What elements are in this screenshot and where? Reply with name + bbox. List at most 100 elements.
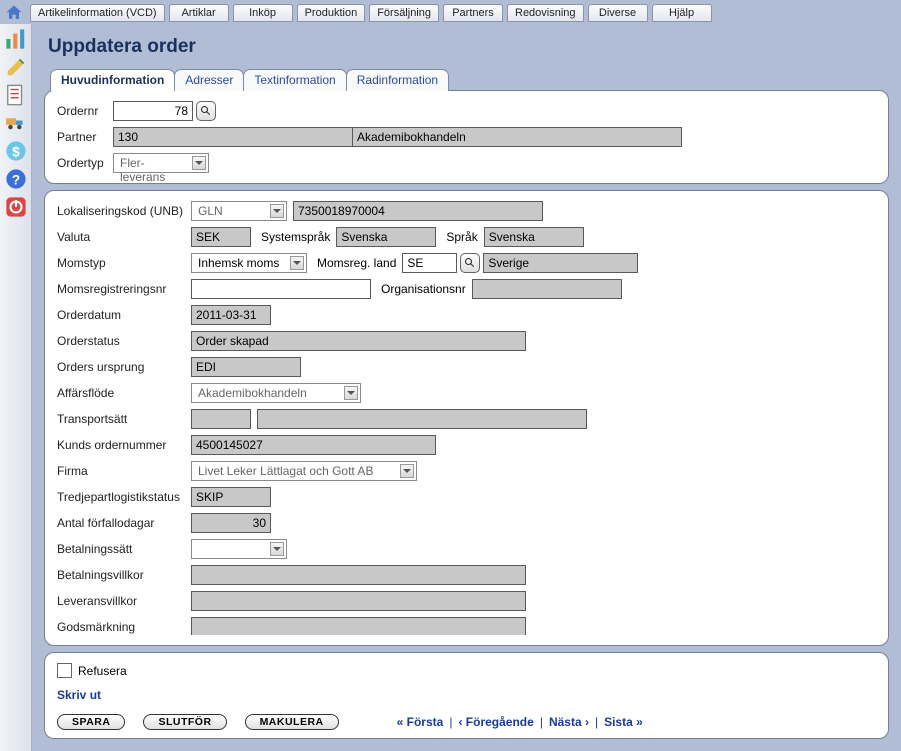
menu-artiklar[interactable]: Artiklar — [169, 4, 229, 22]
orders-ursprung-input[interactable] — [191, 357, 301, 377]
tab-radinformation[interactable]: Radinformation — [346, 69, 449, 91]
momsregland-name — [483, 253, 638, 273]
momsregnr-input[interactable] — [191, 279, 371, 299]
momsregland-input[interactable] — [402, 253, 457, 273]
betalningssatt-label: Betalningssätt — [57, 542, 191, 556]
chevron-down-icon — [290, 256, 304, 270]
paging: « Första | ‹ Föregående | Nästa › | Sist… — [397, 715, 643, 729]
orderdatum-input[interactable] — [191, 305, 271, 325]
betalningsvillkor-input[interactable] — [191, 565, 526, 585]
momsregland-lookup-icon[interactable] — [460, 253, 480, 273]
form-panel: Lokaliseringskod (UNB) GLN Valuta System… — [44, 190, 889, 646]
momstyp-label: Momstyp — [57, 256, 191, 270]
skriv-ut-link[interactable]: Skriv ut — [57, 688, 876, 702]
antal-forfall-label: Antal förfallodagar — [57, 516, 191, 530]
valuta-label: Valuta — [57, 230, 191, 244]
sprak-label: Språk — [446, 230, 477, 244]
menu-partners[interactable]: Partners — [443, 4, 503, 22]
form-scroll[interactable]: Lokaliseringskod (UNB) GLN Valuta System… — [57, 201, 884, 635]
ordernr-lookup-icon[interactable] — [196, 101, 216, 121]
systemsprak-input[interactable] — [336, 227, 436, 247]
orgnr-input[interactable] — [472, 279, 622, 299]
valuta-input[interactable] — [191, 227, 251, 247]
chart-icon[interactable] — [5, 28, 27, 50]
page-first[interactable]: « Första — [397, 715, 444, 729]
betalningssatt-value — [192, 547, 218, 551]
betalningssatt-select[interactable] — [191, 539, 287, 559]
menu-produktion[interactable]: Produktion — [297, 4, 366, 22]
leveransvillkor-input[interactable] — [191, 591, 526, 611]
lokaliseringskod-type-select[interactable]: GLN — [191, 201, 287, 221]
document-icon[interactable] — [5, 84, 27, 106]
page-last[interactable]: Sista » — [604, 715, 643, 729]
main-menu: Artikelinformation (VCD) Artiklar Inköp … — [30, 4, 897, 22]
power-icon[interactable] — [5, 196, 27, 218]
sprak-input[interactable] — [484, 227, 584, 247]
chevron-down-icon — [270, 204, 284, 218]
home-icon[interactable] — [4, 3, 24, 23]
sep: | — [449, 715, 452, 729]
godsmarkning-input[interactable] — [191, 617, 526, 635]
spara-button[interactable]: SPARA — [57, 714, 125, 730]
systemsprak-label: Systemspråk — [261, 230, 330, 244]
godsmarkning-label: Godsmärkning — [57, 620, 191, 634]
orderstatus-label: Orderstatus — [57, 334, 191, 348]
refusera-checkbox[interactable] — [57, 663, 72, 678]
menu-hjalp[interactable]: Hjälp — [652, 4, 712, 22]
menu-forsaljning[interactable]: Försäljning — [369, 4, 439, 22]
chevron-down-icon — [344, 386, 358, 400]
transportsatt-name-input[interactable] — [257, 409, 587, 429]
tredjepart-label: Tredjepartlogistikstatus — [57, 490, 191, 504]
tab-huvudinformation[interactable]: Huvudinformation — [50, 69, 175, 91]
partner-code-input[interactable] — [113, 127, 353, 147]
edit-icon[interactable] — [5, 56, 27, 78]
orderdatum-label: Orderdatum — [57, 308, 191, 322]
page-prev[interactable]: ‹ Föregående — [458, 715, 533, 729]
money-icon[interactable]: $ — [5, 140, 27, 162]
transportsatt-code-input[interactable] — [191, 409, 251, 429]
sep: | — [540, 715, 543, 729]
chevron-down-icon — [400, 464, 414, 478]
momstyp-select[interactable]: Inhemsk moms — [191, 253, 307, 273]
affarsflode-value: Akademibokhandeln — [192, 384, 327, 402]
menu-inkop[interactable]: Inköp — [233, 4, 293, 22]
upper-panel: Ordernr Partner Ordertyp Fler-leverans — [44, 90, 889, 184]
tab-adresser[interactable]: Adresser — [174, 69, 244, 91]
ordernr-label: Ordernr — [57, 104, 113, 118]
antal-forfall-input[interactable] — [191, 513, 271, 533]
partner-name-input[interactable] — [352, 127, 682, 147]
menu-redovisning[interactable]: Redovisning — [507, 4, 584, 22]
momsregland-label: Momsreg. land — [317, 256, 396, 270]
chevron-down-icon — [270, 542, 284, 556]
orderstatus-input[interactable] — [191, 331, 526, 351]
momsregnr-label: Momsregistreringsnr — [57, 282, 191, 296]
menu-diverse[interactable]: Diverse — [588, 4, 648, 22]
kunds-ordernr-label: Kunds ordernummer — [57, 438, 191, 452]
firma-select[interactable]: Livet Leker Lättlagat och Gott AB — [191, 461, 417, 481]
page-title: Uppdatera order — [48, 36, 889, 58]
help-icon[interactable]: ? — [5, 168, 27, 190]
page-next[interactable]: Nästa › — [549, 715, 589, 729]
firma-value: Livet Leker Lättlagat och Gott AB — [192, 462, 393, 480]
svg-text:$: $ — [12, 145, 20, 160]
ordertyp-select[interactable]: Fler-leverans — [113, 153, 209, 173]
firma-label: Firma — [57, 464, 191, 478]
affarsflode-select[interactable]: Akademibokhandeln — [191, 383, 361, 403]
tredjepart-input[interactable] — [191, 487, 271, 507]
kunds-ordernr-input[interactable] — [191, 435, 436, 455]
makulera-button[interactable]: MAKULERA — [245, 714, 339, 730]
orgnr-label: Organisationsnr — [381, 282, 466, 296]
tab-textinformation[interactable]: Textinformation — [243, 69, 346, 91]
lokaliseringskod-input[interactable] — [293, 201, 543, 221]
lokaliseringskod-label: Lokaliseringskod (UNB) — [57, 204, 191, 218]
menu-artikelinformation[interactable]: Artikelinformation (VCD) — [30, 4, 165, 22]
momstyp-value: Inhemsk moms — [192, 254, 299, 272]
bottom-panel: Refusera Skriv ut SPARA SLUTFÖR MAKULERA… — [44, 652, 889, 739]
truck-icon[interactable] — [5, 112, 27, 134]
affarsflode-label: Affärsflöde — [57, 386, 191, 400]
orders-ursprung-label: Orders ursprung — [57, 360, 191, 374]
tab-row: Huvudinformation Adresser Textinformatio… — [50, 69, 889, 91]
slutfor-button[interactable]: SLUTFÖR — [143, 714, 226, 730]
transportsatt-label: Transportsätt — [57, 412, 191, 426]
ordernr-input[interactable] — [113, 101, 193, 121]
